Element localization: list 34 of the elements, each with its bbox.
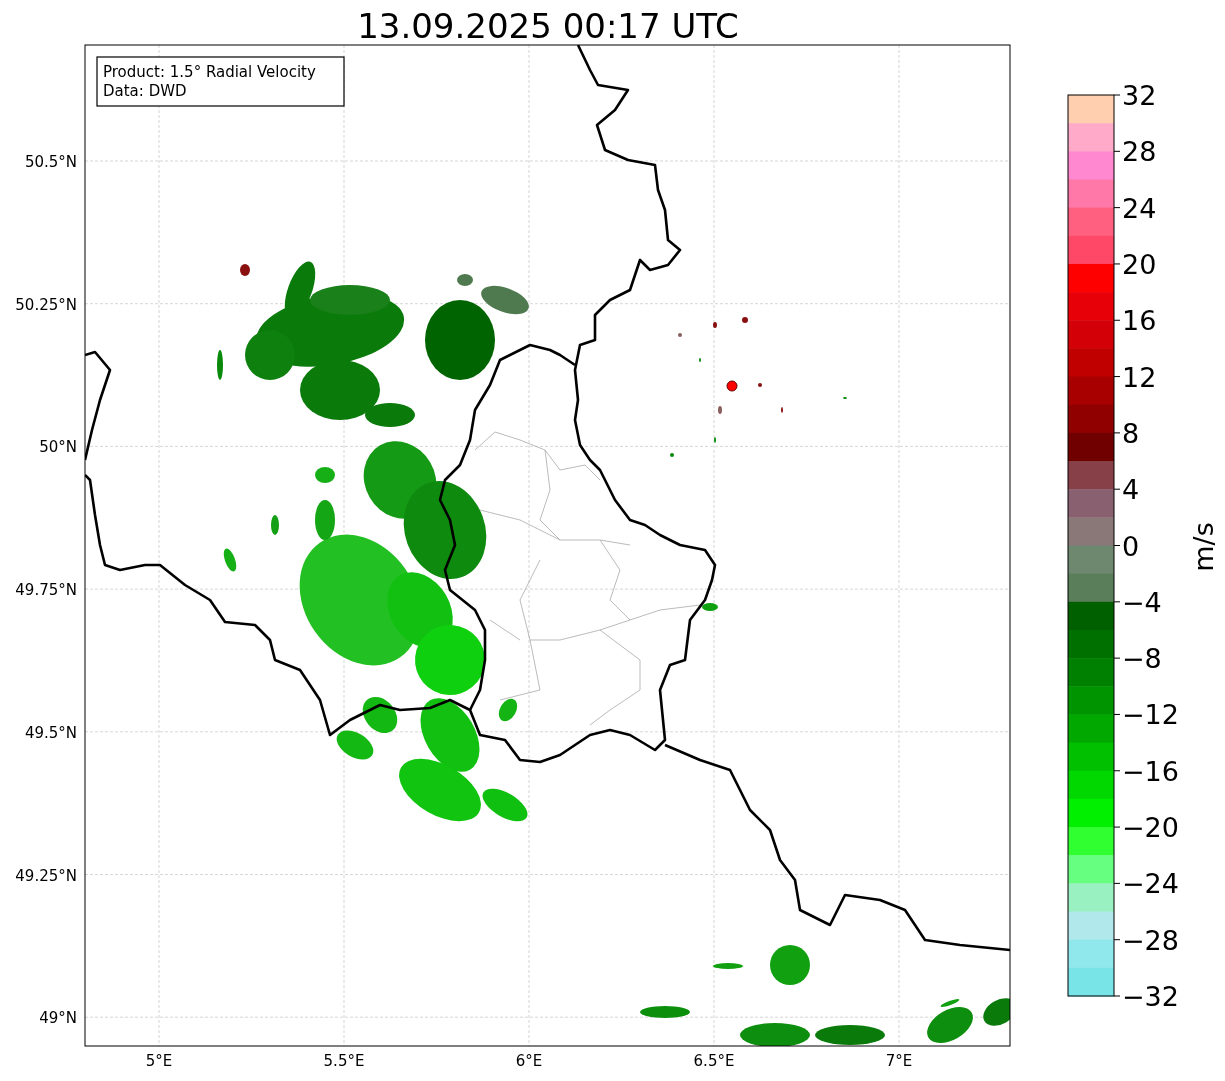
longitude-label: 5.5°E [323, 1052, 365, 1070]
info-text: Product: 1.5° Radial Velocity [103, 63, 316, 81]
longitude-label: 6°E [515, 1052, 543, 1070]
latitude-label: 50°N [39, 438, 77, 457]
colorbar-tick-label: 12 [1122, 361, 1157, 393]
colorbar-tick-label: 4 [1122, 474, 1140, 506]
latitude-label: 49°N [39, 1009, 77, 1028]
latitude-label: 49.5°N [24, 723, 77, 742]
longitude-label: 7°E [885, 1052, 913, 1070]
latitude-label: 49.25°N [15, 866, 77, 885]
latitude-label: 50.25°N [15, 295, 77, 314]
colorbar-tick-label: 28 [1122, 136, 1157, 168]
longitude-label: 6.5°E [693, 1052, 735, 1070]
colorbar-tick-label: 16 [1122, 305, 1157, 337]
info-text: Data: DWD [103, 82, 187, 100]
colorbar-unit-label: m/s [1188, 522, 1219, 572]
colorbar-tick-label: 20 [1122, 248, 1157, 280]
colorbar-tick-label: −4 [1122, 586, 1162, 618]
colorbar-tick-label: 24 [1122, 192, 1157, 224]
colorbar-tick-label: 0 [1122, 530, 1140, 562]
latitude-label: 49.75°N [15, 581, 77, 600]
longitude-label: 5°E [145, 1052, 173, 1070]
radar-site-marker [726, 380, 738, 392]
colorbar-tick-label: 32 [1122, 80, 1157, 111]
chart-title: 13.09.2025 00:17 UTC [357, 6, 739, 46]
colorbar-tick-label: −16 [1122, 755, 1179, 787]
colorbar-tick-label: −12 [1122, 699, 1179, 731]
colorbar-tick-label: −20 [1122, 812, 1179, 844]
latitude-label: 50.5°N [24, 153, 77, 171]
colorbar-tick-label: 8 [1122, 417, 1140, 449]
colorbar-tick-label: −28 [1122, 924, 1179, 956]
colorbar-tick-label: −32 [1122, 981, 1179, 1012]
colorbar-tick-label: −24 [1122, 868, 1179, 900]
colorbar-tick-label: −8 [1122, 643, 1162, 675]
